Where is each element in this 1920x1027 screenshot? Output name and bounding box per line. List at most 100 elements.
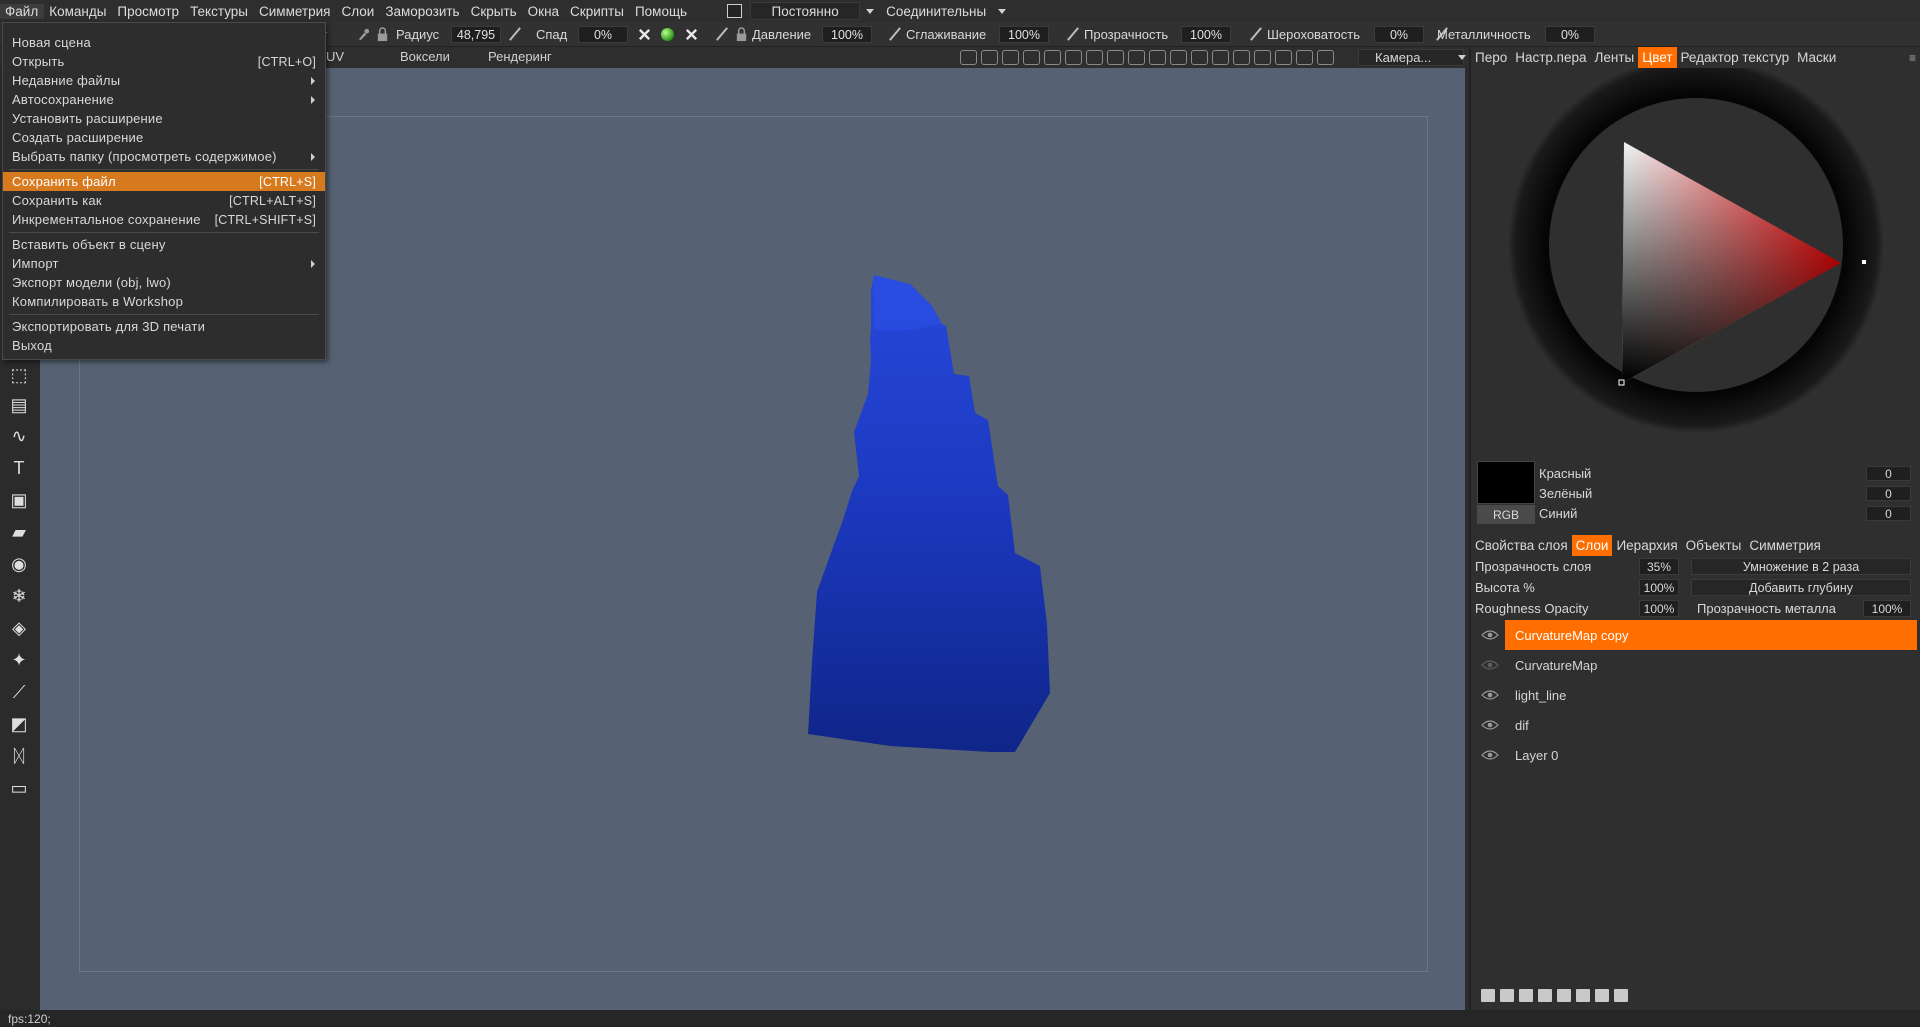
move-down-icon[interactable] (1576, 989, 1590, 1002)
transparency-field[interactable]: 100% (1181, 26, 1231, 43)
transparency-pen-icon[interactable] (1066, 27, 1080, 41)
pressure-field[interactable]: 100% (822, 26, 872, 43)
tab-masks[interactable]: Маски (1793, 47, 1840, 68)
rgb-mode-button[interactable]: RGB (1477, 505, 1535, 524)
menu-help[interactable]: Помощь (630, 4, 693, 19)
menu-item-save-file[interactable]: Сохранить файл [CTRL+S] (3, 172, 325, 191)
menu-item-create-extension[interactable]: Создать расширение (3, 128, 325, 147)
text-tool-icon[interactable]: T (8, 457, 30, 479)
menu-view[interactable]: Просмотр (112, 4, 185, 19)
blend-mode-dropdown[interactable]: Умножение в 2 раза (1691, 558, 1911, 575)
layout-icon[interactable] (1317, 50, 1334, 65)
hue-marker[interactable] (1862, 260, 1866, 264)
pressure-pen-icon[interactable] (715, 27, 729, 41)
select-tool-icon[interactable]: ⬚ (8, 364, 30, 386)
layer-item[interactable]: dif (1471, 710, 1920, 740)
freeze-tool-icon[interactable]: ❄ (8, 585, 30, 607)
play-icon[interactable] (1149, 50, 1166, 65)
no-icon[interactable] (1212, 50, 1229, 65)
menu-item-import[interactable]: Импорт (3, 254, 325, 273)
layer-item[interactable]: Layer 0 (1471, 740, 1920, 770)
menu-freeze[interactable]: Заморозить (380, 4, 465, 19)
camera-dropdown-arrow-icon[interactable] (1458, 55, 1466, 60)
cube-icon[interactable] (1233, 50, 1250, 65)
tab-texture-editor[interactable]: Редактор текстур (1677, 47, 1794, 68)
layer-item[interactable]: light_line (1471, 680, 1920, 710)
roughness-opacity-field[interactable]: 100% (1639, 600, 1679, 617)
all-icon[interactable] (1170, 50, 1187, 65)
radius-pen-icon[interactable] (508, 27, 522, 41)
metallic-field[interactable]: 0% (1545, 26, 1595, 43)
smoothing-label[interactable]: Сглаживание (906, 25, 986, 44)
eye-icon[interactable] (1481, 719, 1499, 731)
light-icon[interactable] (1002, 50, 1019, 65)
new-layer-icon[interactable] (1481, 989, 1495, 1002)
pivot-icon[interactable] (1065, 50, 1082, 65)
falloff-label[interactable]: Спад (536, 25, 567, 44)
room-tab-voxels[interactable]: Воксели (400, 49, 450, 64)
menu-textures[interactable]: Текстуры (185, 4, 254, 19)
roughness-pen-icon[interactable] (1249, 27, 1263, 41)
eye-icon[interactable] (1481, 689, 1499, 701)
brush-icon[interactable] (356, 27, 371, 42)
mode-dropdown-arrow-icon[interactable] (866, 8, 875, 14)
tab-hierarchy[interactable]: Иерархия (1612, 535, 1681, 556)
layer-name[interactable]: light_line (1515, 688, 1566, 703)
metallic-label[interactable]: Металличность (1437, 25, 1531, 44)
zoom-icon[interactable] (1128, 50, 1145, 65)
menu-item-export-model[interactable]: Экспорт модели (obj, lwo) (3, 273, 325, 292)
roughness-opacity-label[interactable]: Roughness Opacity (1475, 601, 1588, 616)
tab-brush[interactable]: Перо (1471, 47, 1511, 68)
menu-item-exit[interactable]: Выход (3, 336, 325, 355)
green-sphere-icon[interactable] (660, 27, 675, 42)
mode-checkbox[interactable] (727, 4, 743, 18)
fill-tool-icon[interactable]: ▣ (8, 489, 30, 511)
eye-icon[interactable] (1481, 629, 1499, 641)
roughness-label[interactable]: Шероховатость (1267, 25, 1360, 44)
menu-file[interactable]: Файл (0, 3, 45, 19)
eraser-tool-icon[interactable]: ▰ (8, 521, 30, 543)
eye-icon[interactable] (1481, 659, 1499, 671)
menu-item-autosave[interactable]: Автосохранение (3, 90, 325, 109)
menu-scripts[interactable]: Скрипты (565, 4, 630, 19)
transparency-label[interactable]: Прозрачность (1084, 25, 1168, 44)
eye-tool-icon[interactable]: ◉ (8, 553, 30, 575)
panel-menu-icon[interactable]: ≡ (1909, 51, 1916, 65)
green-field[interactable]: 0 (1866, 486, 1911, 501)
ruler-tool-icon[interactable]: ▭ (8, 777, 30, 799)
connect-dropdown[interactable]: Соединительны (880, 2, 992, 20)
menu-commands[interactable]: Команды (44, 4, 112, 19)
menu-layers[interactable]: Слои (336, 4, 380, 19)
pressure-label[interactable]: Давление (752, 25, 811, 44)
knife-tool-icon[interactable]: ⟋ (8, 681, 30, 703)
lock-icon[interactable] (375, 27, 390, 42)
eye-icon[interactable] (1481, 749, 1499, 761)
room-tab-render[interactable]: Рендеринг (488, 49, 552, 64)
radius-label[interactable]: Радиус (396, 25, 439, 44)
layer-name[interactable]: Layer 0 (1515, 748, 1558, 763)
camera-dropdown[interactable]: Камера... (1358, 49, 1464, 66)
menu-item-choose-folder[interactable]: Выбрать папку (просмотреть содержимое) (3, 147, 325, 166)
duplicate-layer-icon[interactable] (1538, 989, 1552, 1002)
menu-item-export-3d-print[interactable]: Экспортировать для 3D печати (3, 317, 325, 336)
menu-item-install-extension[interactable]: Установить расширение (3, 109, 325, 128)
radius-field[interactable]: 48,795 (451, 26, 501, 43)
frame-icon[interactable] (1296, 50, 1313, 65)
folder-icon[interactable] (1614, 989, 1628, 1002)
depth-mode-dropdown[interactable]: Добавить глубину (1691, 579, 1911, 596)
menu-item-open[interactable]: Открыть [CTRL+O] (3, 52, 325, 71)
pressure-lock-icon[interactable] (734, 27, 749, 42)
menu-item-compile-workshop[interactable]: Компилировать в Workshop (3, 292, 325, 311)
perspective-icon[interactable] (1191, 50, 1208, 65)
red-field[interactable]: 0 (1866, 466, 1911, 481)
tab-symmetry[interactable]: Симметрия (1745, 535, 1824, 556)
green-label[interactable]: Зелёный (1539, 486, 1592, 501)
delete-layer-icon[interactable] (1500, 989, 1514, 1002)
bucket-tool-icon[interactable]: ◈ (8, 617, 30, 639)
tab-objects[interactable]: Объекты (1682, 535, 1746, 556)
clear-layer-icon[interactable] (1595, 989, 1609, 1002)
move-up-icon[interactable] (1557, 989, 1571, 1002)
red-label[interactable]: Красный (1539, 466, 1591, 481)
layer-name[interactable]: CurvatureMap (1515, 658, 1597, 673)
image-icon[interactable] (981, 50, 998, 65)
